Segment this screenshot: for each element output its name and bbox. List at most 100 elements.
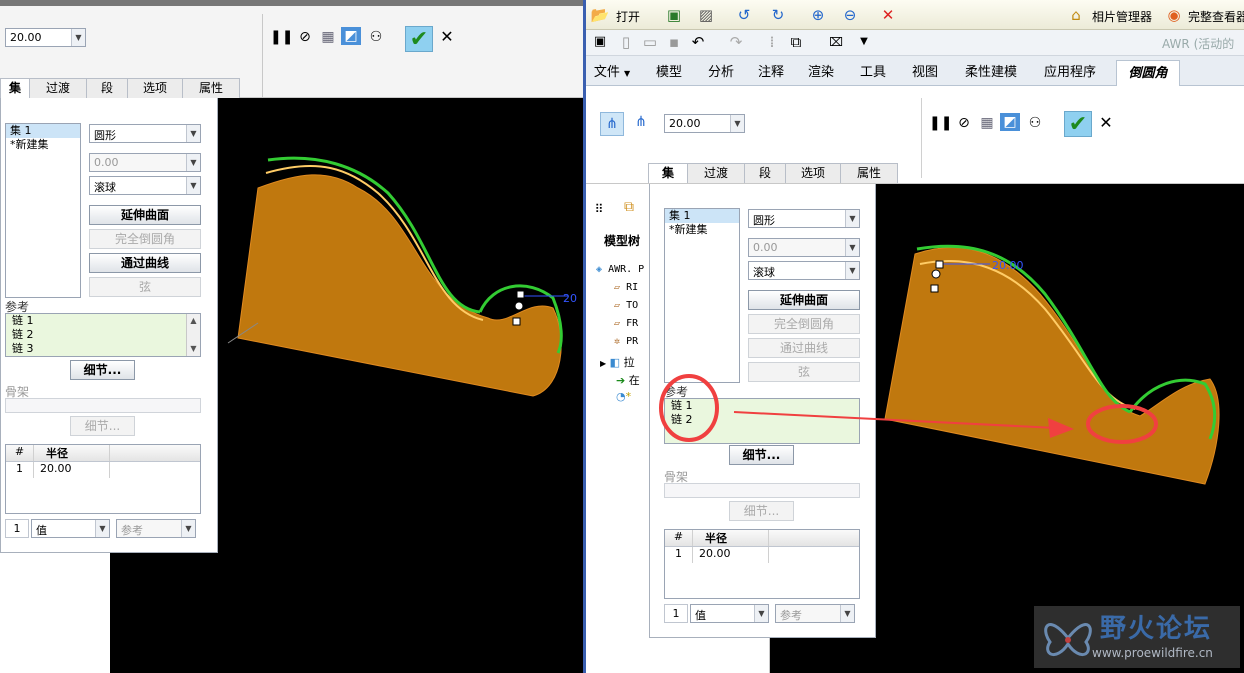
windows-icon[interactable]: ⧉ <box>786 32 806 52</box>
reference-item[interactable]: 链 2 <box>6 328 200 342</box>
tree-item[interactable]: ◈ AWR. P <box>596 264 644 275</box>
details-button[interactable]: 细节... <box>729 445 794 465</box>
cell-radius[interactable]: 20.00 <box>693 547 769 563</box>
graphics-viewport[interactable]: 20 <box>218 98 583 673</box>
glasses-icon[interactable]: ⚇ <box>1024 114 1046 132</box>
close-icon[interactable]: ✕ <box>438 28 456 46</box>
close-window-icon[interactable]: ⌧ <box>826 32 846 52</box>
extend-surfaces-button[interactable]: 延伸曲面 <box>748 290 860 310</box>
tab-options[interactable]: 选项 <box>127 78 183 98</box>
value-type-dropdown[interactable]: 值 ▼ <box>31 519 110 538</box>
tab-sets[interactable]: 集 <box>648 163 688 183</box>
image-edit-icon[interactable]: ▨ <box>696 5 716 25</box>
tree-icon[interactable]: ⠿ <box>590 200 608 218</box>
cell-radius[interactable]: 20.00 <box>34 462 110 478</box>
tree-item[interactable]: ➔ 在 <box>616 372 640 388</box>
tab-render[interactable]: 渲染 <box>800 62 842 84</box>
tab-options[interactable]: 选项 <box>785 163 841 183</box>
pause-icon[interactable]: ❚❚ <box>929 114 952 132</box>
tree-item[interactable]: ▱ RI <box>614 282 638 293</box>
tree-item[interactable]: ▱ FR <box>614 318 638 329</box>
rotate-left-icon[interactable]: ↺ <box>734 5 754 25</box>
shape-dropdown[interactable]: 圆形 ▼ <box>89 124 201 143</box>
radius-dropdown[interactable]: 20.00 ▼ <box>664 114 745 133</box>
full-view-label[interactable]: 完整查看器 <box>1188 8 1244 25</box>
photo-manager-label[interactable]: 相片管理器 <box>1092 8 1152 25</box>
glasses-icon[interactable]: ⚇ <box>365 28 387 46</box>
open-icon[interactable]: ▭ <box>640 32 660 52</box>
new-file-icon[interactable]: ▯ <box>616 32 636 52</box>
tab-transitions[interactable]: 过渡 <box>687 163 745 183</box>
drag-handle-bottom[interactable] <box>930 284 939 293</box>
tab-round[interactable]: 倒圆角 <box>1116 60 1180 86</box>
photo-manager-icon[interactable]: ⌂ <box>1066 5 1086 25</box>
tab-analysis[interactable]: 分析 <box>700 62 742 84</box>
reference-item[interactable]: 链 1 <box>6 314 200 328</box>
rolling-dropdown[interactable]: 滚球 ▼ <box>748 261 860 280</box>
sets-list[interactable]: 集 1 *新建集 <box>5 123 81 298</box>
pause-icon[interactable]: ❚❚ <box>270 28 293 46</box>
no-entry-icon[interactable]: ⊘ <box>954 114 974 132</box>
preview-mesh-icon[interactable]: ▦ <box>977 114 997 132</box>
tab-view[interactable]: 视图 <box>904 62 946 84</box>
customize-icon[interactable]: ▼ <box>854 32 874 52</box>
image-add-icon[interactable]: ▣ <box>664 5 684 25</box>
redo-icon[interactable]: ↷ <box>726 32 746 52</box>
references-list[interactable]: 链 1 链 2 <box>664 398 860 444</box>
undo-icon[interactable]: ↶ <box>688 32 708 52</box>
zoom-out-icon[interactable]: ⊖ <box>840 5 860 25</box>
open-folder-icon[interactable]: 📂 <box>590 5 610 25</box>
tab-file[interactable]: 文件 ▼ <box>588 62 636 84</box>
accept-checkmark-icon[interactable]: ✔ <box>405 26 433 52</box>
zoom-in-icon[interactable]: ⊕ <box>808 5 828 25</box>
window-icon[interactable]: ▣ <box>590 32 610 52</box>
table-row[interactable]: 1 20.00 <box>6 462 200 478</box>
reference-item[interactable]: 链 1 <box>665 399 859 413</box>
full-view-icon[interactable]: ◉ <box>1164 5 1184 25</box>
tree-item[interactable]: ▶ ◧ 拉 <box>600 354 635 370</box>
tree-item[interactable]: ◔* <box>616 390 631 403</box>
tab-annotate[interactable]: 注释 <box>750 62 792 84</box>
new-set-item[interactable]: *新建集 <box>6 138 80 152</box>
drag-handle-top[interactable] <box>516 290 525 299</box>
tab-applications[interactable]: 应用程序 <box>1036 62 1104 84</box>
radius-table[interactable]: # 半径 1 20.00 <box>664 529 860 599</box>
set-item[interactable]: 集 1 <box>6 124 80 138</box>
regenerate-icon[interactable]: ⁞ <box>762 32 782 52</box>
no-entry-icon[interactable]: ⊘ <box>295 28 315 46</box>
preview-mesh-icon[interactable]: ▦ <box>318 28 338 46</box>
details-button[interactable]: 细节... <box>70 360 135 380</box>
sets-list[interactable]: 集 1 *新建集 <box>664 208 740 383</box>
delete-icon[interactable]: ✕ <box>878 5 898 25</box>
tab-model[interactable]: 模型 <box>648 62 690 84</box>
layers-icon[interactable]: ⧉ <box>618 198 640 216</box>
tab-sets[interactable]: 集 <box>0 78 30 98</box>
new-set-item[interactable]: *新建集 <box>665 223 739 237</box>
reference-item[interactable]: 链 2 <box>665 413 859 427</box>
open-label[interactable]: 打开 <box>616 8 640 25</box>
save-icon[interactable]: ▪ <box>664 32 684 52</box>
extend-surfaces-button[interactable]: 延伸曲面 <box>89 205 201 225</box>
tab-properties[interactable]: 属性 <box>182 78 240 98</box>
accept-checkmark-icon[interactable]: ✔ <box>1064 111 1092 137</box>
shape-dropdown[interactable]: 圆形 ▼ <box>748 209 860 228</box>
rolling-dropdown[interactable]: 滚球 ▼ <box>89 176 201 195</box>
tree-item[interactable]: ✲ PR <box>614 336 638 347</box>
tree-item[interactable]: ▱ TO <box>614 300 638 311</box>
value-type-dropdown[interactable]: 值 ▼ <box>690 604 769 623</box>
set-mode-icon[interactable]: ⋔ <box>600 112 624 136</box>
reference-item[interactable]: 链 3 <box>6 342 200 356</box>
tab-flexible-modeling[interactable]: 柔性建模 <box>956 62 1026 84</box>
drag-handle-top[interactable] <box>935 260 944 269</box>
close-icon[interactable]: ✕ <box>1097 114 1115 132</box>
rotate-right-icon[interactable]: ↻ <box>768 5 788 25</box>
scrollbar[interactable]: ▲ ▼ <box>186 314 200 356</box>
tab-pieces[interactable]: 段 <box>86 78 128 98</box>
drag-handle-bottom[interactable] <box>512 317 521 326</box>
radius-table[interactable]: # 半径 1 20.00 <box>5 444 201 514</box>
tab-transitions[interactable]: 过渡 <box>29 78 87 98</box>
references-list[interactable]: 链 1 链 2 链 3 ▲ ▼ <box>5 313 201 357</box>
drag-handle-center[interactable] <box>514 301 524 311</box>
table-row[interactable]: 1 20.00 <box>665 547 859 563</box>
set-item[interactable]: 集 1 <box>665 209 739 223</box>
